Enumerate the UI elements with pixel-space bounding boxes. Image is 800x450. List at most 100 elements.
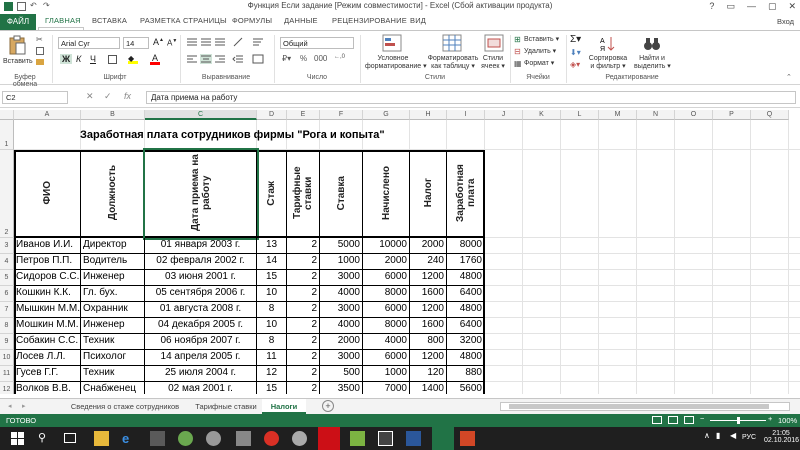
table-cell[interactable]: 10000 xyxy=(363,238,410,254)
table-cell[interactable]: 6000 xyxy=(363,302,410,318)
align-right-icon[interactable] xyxy=(214,54,226,64)
table-cell[interactable]: 2 xyxy=(287,334,320,350)
table-cell[interactable]: 01 января 2003 г. xyxy=(145,238,257,254)
table-cell[interactable]: 3200 xyxy=(447,334,485,350)
table-cell[interactable]: Сидоров С.С. xyxy=(14,270,81,286)
column-header-b[interactable]: B xyxy=(81,110,145,120)
tab-home[interactable]: ГЛАВНАЯ xyxy=(45,16,81,25)
browser-icon[interactable] xyxy=(236,431,251,446)
table-cell[interactable]: Психолог xyxy=(81,350,145,366)
table-cell[interactable]: Директор xyxy=(81,238,145,254)
excel-taskbar-icon[interactable] xyxy=(432,427,454,450)
next-sheet-icon[interactable]: ▸ xyxy=(22,402,26,410)
table-cell[interactable]: Техник xyxy=(81,366,145,382)
scrollbar-thumb[interactable] xyxy=(509,404,769,409)
table-cell[interactable]: 1200 xyxy=(410,270,447,286)
font-size-select[interactable]: 14 xyxy=(123,37,149,49)
page-break-view-icon[interactable] xyxy=(684,416,694,424)
camtasia-icon[interactable] xyxy=(350,431,365,446)
row-header-4[interactable]: 4 xyxy=(0,254,14,270)
table-cell[interactable]: 01 августа 2008 г. xyxy=(145,302,257,318)
table-cell[interactable]: Охранник xyxy=(81,302,145,318)
table-cell[interactable]: 11 xyxy=(257,350,287,366)
table-cell[interactable]: 3000 xyxy=(320,302,363,318)
table-cell[interactable]: 8000 xyxy=(447,238,485,254)
table-cell[interactable]: 2 xyxy=(287,286,320,302)
align-center-icon[interactable] xyxy=(200,54,212,64)
header-cell-h[interactable]: Налог xyxy=(410,150,447,238)
table-cell[interactable]: 05 сентября 2006 г. xyxy=(145,286,257,302)
zoom-in-button[interactable]: + xyxy=(768,414,772,423)
column-header-q[interactable]: Q xyxy=(751,110,789,120)
table-cell[interactable]: Мошкин М.М. xyxy=(14,318,81,334)
table-cell[interactable]: Мышкин М.М. xyxy=(14,302,81,318)
header-cell-g[interactable]: Начислено xyxy=(363,150,410,238)
copy-icon[interactable] xyxy=(36,47,44,55)
row-header-5[interactable]: 5 xyxy=(0,270,14,286)
task-view-icon[interactable] xyxy=(64,433,76,443)
row-header-3[interactable]: 3 xyxy=(0,238,14,254)
table-cell[interactable]: 1760 xyxy=(447,254,485,270)
table-cell[interactable]: Инженер xyxy=(81,318,145,334)
paste-button[interactable]: Вставить xyxy=(3,34,33,72)
table-cell[interactable]: 6400 xyxy=(447,318,485,334)
format-cells-button[interactable]: Формат ▾ xyxy=(524,59,554,67)
format-as-table-button[interactable]: Форматировать как таблицу ▾ xyxy=(424,55,482,70)
maximize-button[interactable]: ▢ xyxy=(768,1,777,12)
table-cell[interactable]: 03 июня 2001 г. xyxy=(145,270,257,286)
header-cell-d[interactable]: Стаж xyxy=(257,150,287,238)
table-cell[interactable]: Петров П.П. xyxy=(14,254,81,270)
name-box[interactable]: C2 xyxy=(2,91,68,104)
word-icon[interactable] xyxy=(406,431,421,446)
column-header-i[interactable]: I xyxy=(447,110,485,120)
table-cell[interactable]: 4800 xyxy=(447,302,485,318)
chrome-icon[interactable] xyxy=(264,431,279,446)
tab-review[interactable]: РЕЦЕНЗИРОВАНИЕ xyxy=(332,16,407,25)
fill-icon[interactable]: ⬇▾ xyxy=(570,48,581,57)
header-cell-i[interactable]: Заработная плата xyxy=(447,150,485,238)
table-cell[interactable]: 880 xyxy=(447,366,485,382)
header-cell-a[interactable]: ФИО xyxy=(14,150,81,238)
edge-icon[interactable]: e xyxy=(122,431,137,446)
column-header-o[interactable]: O xyxy=(675,110,713,120)
tab-insert[interactable]: ВСТАВКА xyxy=(92,16,127,25)
clock[interactable]: 21:05 02.10.2016 xyxy=(764,430,799,444)
enter-icon[interactable]: ✓ xyxy=(104,91,112,102)
add-sheet-icon[interactable]: + xyxy=(322,400,334,412)
increase-decimal-icon[interactable]: ←,0 xyxy=(334,54,345,60)
windows-start-icon[interactable] xyxy=(10,431,25,446)
table-cell[interactable]: 4800 xyxy=(447,350,485,366)
shrink-font-icon[interactable]: A▼ xyxy=(167,38,177,48)
horizontal-scrollbar[interactable] xyxy=(500,402,790,411)
tab-view[interactable]: ВИД xyxy=(410,16,426,25)
zoom-slider-thumb[interactable] xyxy=(737,417,740,424)
table-cell[interactable]: 2 xyxy=(287,238,320,254)
table-cell[interactable]: 2000 xyxy=(320,334,363,350)
table-cell[interactable]: 2000 xyxy=(363,254,410,270)
row-header-8[interactable]: 8 xyxy=(0,318,14,334)
table-cell[interactable]: 3000 xyxy=(320,270,363,286)
conditional-formatting-button[interactable]: Условное форматирование ▾ xyxy=(365,55,427,70)
column-header-l[interactable]: L xyxy=(561,110,599,120)
bold-button[interactable]: Ж xyxy=(60,54,73,64)
table-cell[interactable]: Волков В.В. xyxy=(14,382,81,394)
sort-filter-button[interactable]: Сортировка и фильтр ▾ xyxy=(588,55,628,70)
table-cell[interactable]: 14 апреля 2005 г. xyxy=(145,350,257,366)
table-cell[interactable]: 14 xyxy=(257,254,287,270)
percent-icon[interactable]: % xyxy=(300,54,307,63)
input-language[interactable]: РУС xyxy=(742,434,762,449)
sheet-tab-experience[interactable]: Сведения о стаже сотрудников xyxy=(60,399,190,414)
sheet-title[interactable]: Заработная плата сотрудников фирмы "Рога… xyxy=(80,128,385,142)
table-cell[interactable]: Инженер xyxy=(81,270,145,286)
row-header-7[interactable]: 7 xyxy=(0,302,14,318)
worksheet-grid[interactable]: ABCDEFGHIJKLMNOPQ 1234567891011121314151… xyxy=(0,110,800,394)
currency-icon[interactable]: ₽▾ xyxy=(282,54,291,63)
insert-cells-button[interactable]: Вставить ▾ xyxy=(524,35,559,43)
table-cell[interactable]: 3500 xyxy=(320,382,363,394)
table-cell[interactable]: 500 xyxy=(320,366,363,382)
table-cell[interactable]: Лосев Л.Л. xyxy=(14,350,81,366)
column-header-g[interactable]: G xyxy=(363,110,410,120)
table-cell[interactable]: Снабженец xyxy=(81,382,145,394)
column-header-h[interactable]: H xyxy=(410,110,447,120)
cancel-icon[interactable]: ✕ xyxy=(86,91,94,102)
